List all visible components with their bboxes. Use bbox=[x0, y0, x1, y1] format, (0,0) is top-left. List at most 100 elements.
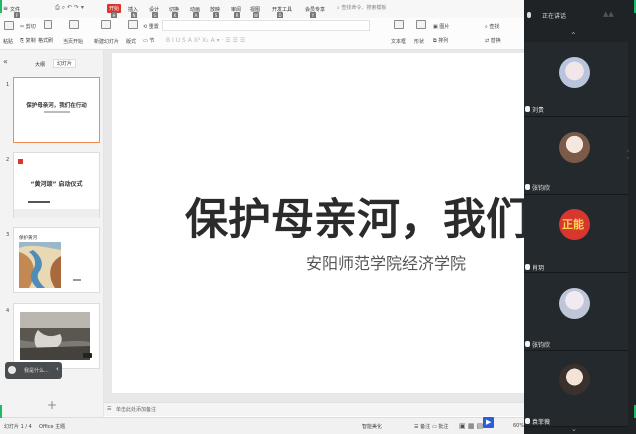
layout-button[interactable]: 版式 bbox=[126, 38, 136, 45]
participant-name: 张钧欣 bbox=[532, 342, 551, 349]
textbox-icon[interactable] bbox=[394, 20, 404, 29]
font-controls[interactable] bbox=[162, 20, 370, 31]
notes-toggle[interactable]: ☰ 备注 bbox=[414, 423, 430, 430]
mic-icon bbox=[525, 106, 530, 112]
mic-icon bbox=[525, 264, 530, 270]
slide-counter: 幻灯片 1 / 4 bbox=[4, 424, 32, 430]
theme-name: Office 主题 bbox=[39, 424, 66, 430]
video-tile-5[interactable]: 袁菲薇 bbox=[524, 351, 628, 427]
avatar bbox=[559, 57, 590, 88]
text-format-buttons: B I U S A X² X₂ A ▾ · ☰ ☰ ☰ bbox=[166, 37, 246, 44]
tab-slides[interactable]: 幻灯片 bbox=[53, 59, 77, 68]
slide-thumb-1[interactable]: 保护母亲河，我们在行动 bbox=[13, 77, 100, 143]
thumb-footer-band bbox=[14, 209, 99, 218]
thumb-caption-line bbox=[73, 279, 81, 281]
shape-button[interactable]: 形状 bbox=[414, 38, 424, 45]
notes-icon: ☰ bbox=[107, 406, 112, 412]
avatar-badge-text: 正能 bbox=[562, 218, 584, 231]
speaker-icon bbox=[527, 12, 531, 18]
slide-subtitle[interactable]: 安阳师范学院经济学院 bbox=[306, 250, 466, 274]
chevron-down-icon[interactable]: ⌄ bbox=[571, 425, 577, 433]
menu-icon[interactable]: ≡ bbox=[3, 5, 8, 12]
slide-thumb-4[interactable] bbox=[13, 303, 100, 369]
speaking-label: 正在讲话 bbox=[542, 13, 567, 20]
collapse-panel-icon[interactable]: « bbox=[3, 57, 8, 66]
add-slide-button[interactable]: + bbox=[47, 398, 57, 412]
zoom-level[interactable]: 60% bbox=[513, 423, 524, 429]
arrange-button[interactable]: ⧉ 排列 bbox=[433, 37, 448, 44]
reset-button[interactable]: ⟲ 重置 bbox=[143, 23, 159, 30]
thumb-title: “黄河颂” 启动仪式 bbox=[30, 181, 83, 188]
view-mode-icons[interactable]: ▣ ▦ ▤ bbox=[459, 422, 483, 430]
new-slide-icon[interactable] bbox=[101, 20, 111, 29]
paste-icon[interactable] bbox=[4, 21, 14, 30]
avatar: 正能 bbox=[559, 209, 590, 240]
command-search[interactable]: ⌕ 查找命令、搜索模板 bbox=[337, 4, 386, 11]
mic-icon bbox=[525, 418, 530, 424]
slide-thumb-3[interactable]: 保护黄河 bbox=[13, 227, 100, 293]
find-button[interactable]: ⌕ 查找 bbox=[485, 23, 499, 30]
participant-name: 肖玥 bbox=[532, 265, 545, 272]
smart-beautify-button[interactable]: 智能美化 bbox=[362, 423, 382, 430]
video-tile-3[interactable]: 正能 肖玥 bbox=[524, 195, 628, 273]
search-icon: ⌕ bbox=[337, 5, 340, 11]
layout-icon[interactable] bbox=[128, 20, 138, 29]
notes-bar[interactable]: ☰ 单击此处添加备注 bbox=[104, 402, 524, 416]
comment-toggle[interactable]: ▭ 批注 bbox=[432, 423, 448, 430]
share-frame-corner bbox=[0, 405, 2, 418]
avatar bbox=[559, 288, 590, 319]
textbox-button[interactable]: 文本框 bbox=[391, 38, 406, 45]
video-tile-1[interactable]: 刘贵 bbox=[524, 42, 628, 117]
sound-wave-icon: ▲▲ bbox=[603, 10, 614, 18]
chevron-left-icon[interactable]: ‹ bbox=[56, 365, 59, 373]
thumb-number: 2 bbox=[6, 157, 10, 163]
chevron-up-icon[interactable]: ⌃ bbox=[570, 31, 577, 40]
shape-icon[interactable] bbox=[416, 20, 426, 29]
slide-thumb-2[interactable]: “黄河颂” 启动仪式 bbox=[13, 152, 100, 218]
thumb-title: 保护黄河 bbox=[19, 236, 37, 241]
waterfall-photo bbox=[20, 312, 90, 360]
video-tile-4[interactable]: 张钧欣 bbox=[524, 273, 628, 351]
floating-notification[interactable]: 我是什么... ‹ bbox=[5, 362, 62, 379]
notification-text: 我是什么... bbox=[24, 368, 49, 374]
participant-name: 袁菲薇 bbox=[532, 419, 551, 426]
participant-name: 刘贵 bbox=[532, 107, 545, 114]
menu-bar: 文件 开始 插入 设计 切换 动画 放映 审阅 视图 开发工具 会员专享 F H… bbox=[0, 0, 524, 19]
tab-outline[interactable]: 大纲 bbox=[35, 61, 45, 68]
current-slide[interactable]: 保护母亲河，我们在行 安阳师范学院经济学院 bbox=[112, 53, 615, 393]
participant-name: 张钧欣 bbox=[532, 185, 551, 192]
thumb-caption-line bbox=[28, 201, 50, 203]
format-painter-icon[interactable] bbox=[44, 20, 52, 29]
avatar bbox=[559, 364, 590, 395]
start-current-button[interactable]: 当页开始 bbox=[63, 38, 83, 45]
copy-button[interactable]: ⎘ 复制 bbox=[20, 37, 36, 44]
video-tile-2[interactable]: 张钧欣 bbox=[524, 117, 628, 195]
avatar bbox=[559, 132, 590, 163]
comment-icon: ▭ bbox=[432, 424, 437, 430]
video-badge bbox=[83, 353, 92, 358]
play-icon[interactable] bbox=[69, 20, 79, 29]
side-scroll-icons[interactable]: ◦ ◦ bbox=[626, 148, 630, 162]
notes-toggle-icon: ☰ bbox=[414, 424, 419, 430]
thumb-number: 3 bbox=[6, 232, 10, 238]
format-painter-button[interactable]: 格式刷 bbox=[38, 37, 53, 44]
play-icon: ▶ bbox=[486, 418, 492, 426]
paste-button[interactable]: 粘贴 bbox=[3, 38, 13, 45]
cut-button[interactable]: ✂ 剪切 bbox=[20, 23, 36, 30]
bot-icon bbox=[8, 366, 16, 374]
replace-button[interactable]: ⇄ 替换 bbox=[485, 37, 501, 44]
thumb-title: 保护母亲河，我们在行动 bbox=[26, 103, 87, 109]
mic-icon bbox=[525, 184, 530, 190]
section-button[interactable]: ▭ 节 bbox=[143, 37, 154, 44]
thumb-subtitle-line bbox=[44, 111, 70, 113]
notes-placeholder[interactable]: 单击此处添加备注 bbox=[116, 406, 156, 413]
thumb-number: 1 bbox=[6, 82, 10, 88]
yellow-river-painting bbox=[19, 242, 61, 288]
picture-button[interactable]: ▣ 图片 bbox=[433, 23, 449, 30]
mic-icon bbox=[525, 341, 530, 347]
thumb-red-square bbox=[18, 159, 23, 164]
quick-access-icons[interactable]: ⎙ ⌕ ↶ ↷ ▾ bbox=[55, 4, 84, 12]
new-slide-button[interactable]: 新建幻灯片 bbox=[94, 38, 119, 45]
thumb-number: 4 bbox=[6, 308, 10, 314]
share-frame-corner bbox=[0, 0, 2, 13]
